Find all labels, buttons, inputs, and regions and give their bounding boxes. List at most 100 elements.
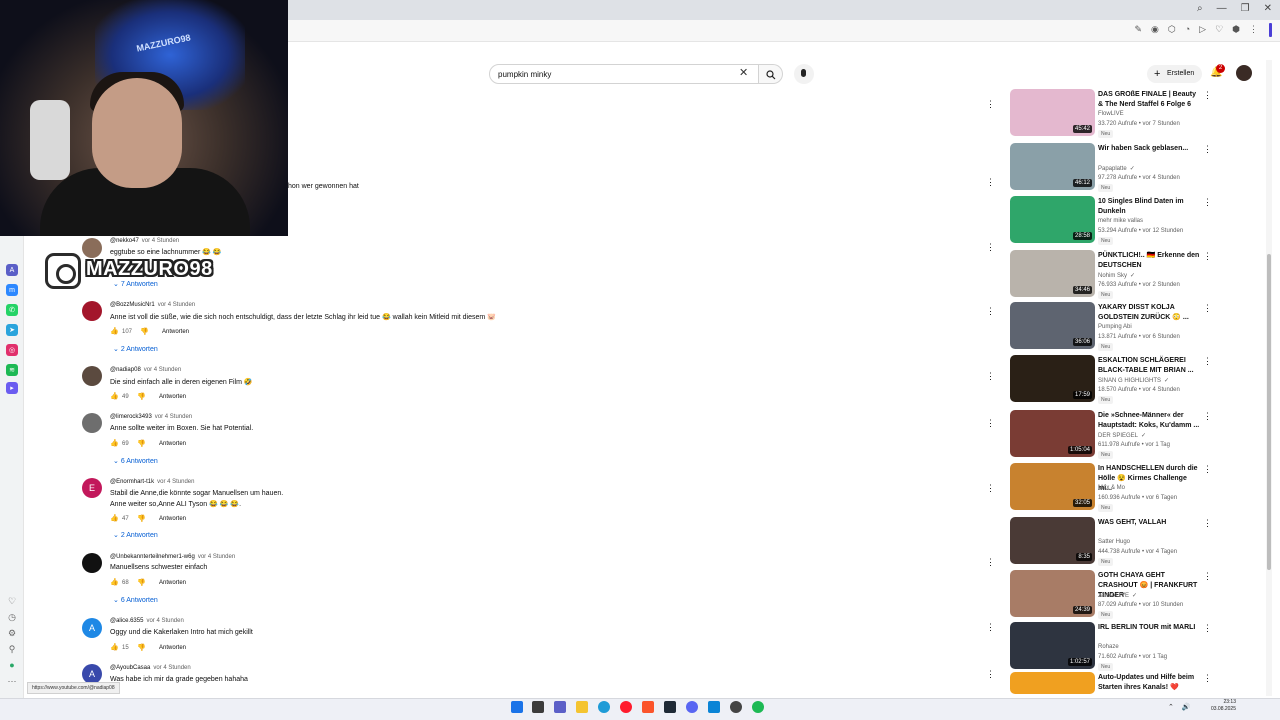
video-title[interactable]: IRL BERLIN TOUR mit MARLI [1098, 623, 1202, 633]
extensions-icon[interactable]: ⬢ [1232, 24, 1240, 35]
video-channel[interactable]: Satter Hugo [1098, 539, 1130, 545]
video-title[interactable]: Auto-Updates und Hilfe beim Starten ihre… [1098, 673, 1202, 693]
video-title[interactable]: YAKARY DISST KOLJA GOLDSTEIN ZURÜCK 😳 ..… [1098, 303, 1202, 323]
video-thumbnail[interactable]: 32:05 [1010, 463, 1095, 510]
comment-author[interactable]: @limerock3493 vor 4 Stunden [110, 414, 192, 420]
dislike-icon[interactable]: 👍 [137, 439, 146, 447]
edit-icon[interactable]: ✎ [1134, 24, 1142, 35]
video-thumbnail[interactable]: 45:42 [1010, 89, 1095, 136]
video-menu-icon[interactable] [1203, 674, 1209, 683]
search-button[interactable] [759, 64, 783, 84]
scrollbar-thumb[interactable] [1267, 254, 1271, 570]
reply-button[interactable]: Antworten [159, 441, 186, 447]
comment-menu-icon[interactable] [986, 419, 992, 428]
video-channel[interactable]: FlowLIVE [1098, 111, 1124, 117]
account-avatar[interactable] [1236, 65, 1252, 81]
restore-icon[interactable]: ❐ [1241, 3, 1250, 14]
sidebar-toggle-icon[interactable] [1269, 23, 1272, 37]
video-menu-icon[interactable] [1203, 412, 1209, 421]
video-menu-icon[interactable] [1203, 91, 1209, 100]
video-channel[interactable]: Pumping Abi [1098, 324, 1132, 330]
comment-avatar[interactable] [82, 366, 102, 386]
video-thumbnail[interactable]: 8:35 [1010, 517, 1095, 564]
comment-author[interactable]: @alice.6355 vor 4 Stunden [110, 618, 184, 624]
windows-start-icon[interactable] [511, 701, 523, 713]
video-channel[interactable]: zarbexLIVE ✓ [1098, 592, 1137, 599]
comment-menu-icon[interactable] [986, 243, 992, 252]
video-channel[interactable]: Max & Mo [1098, 485, 1125, 491]
clear-search-icon[interactable]: ✕ [739, 66, 748, 79]
reply-button[interactable]: Antworten [162, 329, 189, 335]
task-view-icon[interactable] [532, 701, 544, 713]
comment-menu-icon[interactable] [986, 558, 992, 567]
video-title[interactable]: ESKALTION SCHLÄGEREI BLACK-TABLE MIT BRI… [1098, 356, 1202, 376]
reply-button[interactable]: Antworten [159, 645, 186, 651]
aria-icon[interactable]: A [6, 264, 18, 276]
dislike-icon[interactable]: 👍 [140, 327, 149, 335]
vpn-icon[interactable]: ● [7, 660, 17, 670]
comment-avatar[interactable]: E [82, 478, 102, 498]
video-menu-icon[interactable] [1203, 252, 1209, 261]
edge-icon[interactable] [598, 701, 610, 713]
brave-icon[interactable] [642, 701, 654, 713]
video-thumbnail[interactable]: 46:12 [1010, 143, 1095, 190]
like-icon[interactable]: 👍 [110, 327, 119, 335]
comment-author[interactable]: @nekko47 vor 4 Stunden [110, 238, 179, 244]
video-menu-icon[interactable] [1203, 145, 1209, 154]
comment-menu-icon[interactable] [986, 484, 992, 493]
comment-avatar[interactable] [82, 301, 102, 321]
comment-avatar[interactable] [82, 413, 102, 433]
video-title[interactable]: DAS GROßE FINALE | Beauty & The Nerd Sta… [1098, 90, 1202, 110]
video-channel[interactable]: Nohim Sky ✓ [1098, 272, 1135, 279]
comment-author[interactable]: @nadiap08 vor 4 Stunden [110, 367, 181, 373]
taskbar-clock[interactable]: 23:13 03.08.2025 [1196, 699, 1236, 713]
show-replies-button[interactable]: ⌄ 6 Antworten [113, 596, 158, 604]
history-icon[interactable]: ◔ [1185, 24, 1190, 35]
settings-icon[interactable]: ⚙ [7, 628, 17, 638]
comment-avatar[interactable]: A [82, 664, 102, 684]
video-thumbnail[interactable]: 1:05:04 [1010, 410, 1095, 457]
video-title[interactable]: PÜNKTLICH!.. 🇩🇪 Erkenne den DEUTSCHEN [1098, 251, 1202, 271]
video-menu-icon[interactable] [1203, 304, 1209, 313]
favorites-icon[interactable]: ♡ [7, 596, 17, 606]
instagram-sidebar-icon[interactable]: ◎ [6, 344, 18, 356]
video-thumbnail[interactable]: 24:39 [1010, 570, 1095, 617]
comment-avatar[interactable]: A [82, 618, 102, 638]
show-replies-button[interactable]: ⌄ 2 Antworten [113, 531, 158, 539]
video-menu-icon[interactable] [1203, 519, 1209, 528]
obs-icon[interactable] [730, 701, 742, 713]
dislike-icon[interactable]: 👍 [137, 514, 146, 522]
voice-search-button[interactable] [794, 64, 814, 84]
whatsapp-icon[interactable]: ✆ [6, 304, 18, 316]
video-title[interactable]: WAS GEHT, VALLAH [1098, 518, 1202, 528]
video-title[interactable]: 10 Singles Blind Daten im Dunkeln [1098, 197, 1202, 217]
comment-author[interactable]: @AyoubCasaa vor 4 Stunden [110, 665, 191, 671]
teams-icon[interactable] [554, 701, 566, 713]
comment-menu-icon[interactable] [986, 307, 992, 316]
opera-icon[interactable] [620, 701, 632, 713]
comment-menu-icon[interactable] [986, 372, 992, 381]
like-icon[interactable]: 👍 [110, 439, 119, 447]
spotify-sidebar-icon[interactable]: ≋ [6, 364, 18, 376]
video-thumbnail[interactable] [1010, 672, 1095, 694]
spotify-icon[interactable] [752, 701, 764, 713]
video-title[interactable]: Wir haben Sack geblasen... [1098, 144, 1202, 154]
player-sidebar-icon[interactable]: ▸ [6, 382, 18, 394]
like-icon[interactable]: 👍 [110, 514, 119, 522]
tray-up-icon[interactable]: ⌃ [1168, 703, 1174, 711]
show-replies-button[interactable]: ⌄ 2 Antworten [113, 345, 158, 353]
discord-icon[interactable] [686, 701, 698, 713]
more-sidebar-icon[interactable]: ⋯ [7, 676, 17, 686]
tips-icon[interactable]: ⚲ [7, 644, 17, 654]
comment-author[interactable]: @Enormhart-t1k vor 4 Stunden [110, 479, 194, 485]
comment-avatar[interactable] [82, 238, 102, 258]
minimize-icon[interactable]: — [1217, 3, 1227, 14]
video-menu-icon[interactable] [1203, 198, 1209, 207]
like-icon[interactable]: 👍 [110, 578, 119, 586]
video-channel[interactable]: Papaplatte ✓ [1098, 165, 1135, 172]
video-menu-icon[interactable] [1203, 624, 1209, 633]
history-sidebar-icon[interactable]: ◷ [7, 612, 17, 622]
comment-avatar[interactable] [82, 553, 102, 573]
create-button[interactable]: Erstellen [1147, 65, 1203, 83]
dislike-icon[interactable]: 👍 [137, 392, 146, 400]
